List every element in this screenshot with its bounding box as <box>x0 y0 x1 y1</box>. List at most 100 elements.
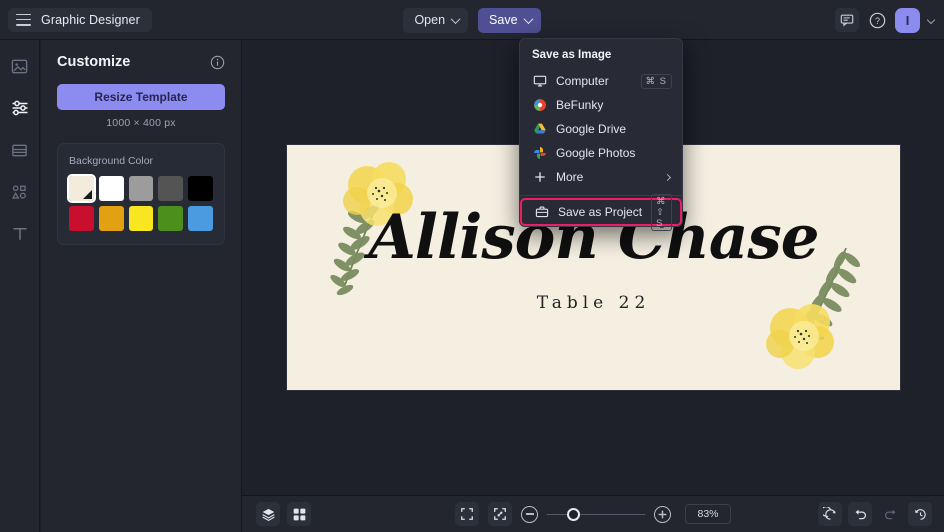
menu-item-google-photos[interactable]: Google Photos <box>520 141 682 165</box>
feedback-button[interactable] <box>835 8 859 32</box>
account-chevron-down-icon[interactable] <box>926 15 936 25</box>
save-button[interactable]: Save <box>478 7 541 33</box>
sidebar-item-text[interactable] <box>6 220 34 248</box>
briefcase-icon <box>534 205 549 220</box>
befunky-logo-icon <box>532 98 547 113</box>
menu-item-more[interactable]: More <box>520 165 682 189</box>
fit-to-screen-button[interactable] <box>455 502 479 526</box>
swatch-white[interactable] <box>98 176 124 201</box>
top-right-actions: ? I <box>835 0 936 40</box>
redo-button[interactable] <box>878 502 902 526</box>
layers-button[interactable] <box>256 502 280 526</box>
redo-icon <box>884 509 895 519</box>
menu-item-label: Google Photos <box>556 146 636 160</box>
question-circle-icon: ? <box>869 12 885 28</box>
bottom-left-actions <box>256 502 311 526</box>
google-photos-icon <box>532 146 547 161</box>
sidebar-item-image[interactable] <box>6 52 34 80</box>
menu-item-label: Google Drive <box>556 122 627 136</box>
menu-item-google-drive[interactable]: Google Drive <box>520 117 682 141</box>
sidebar-item-graphics[interactable] <box>6 178 34 206</box>
resize-template-button[interactable]: Resize Template <box>57 84 225 110</box>
fit-to-screen-icon <box>461 508 473 520</box>
history-icon <box>914 508 926 520</box>
zoom-slider[interactable] <box>547 506 645 523</box>
image-icon <box>11 59 28 73</box>
graphics-icon <box>11 184 26 199</box>
canvas-table-text[interactable]: Table 22 <box>287 293 900 313</box>
swatch-orange[interactable] <box>98 206 124 231</box>
undo-button[interactable] <box>848 502 872 526</box>
tool-rail <box>0 40 40 532</box>
swatch-yellow[interactable] <box>128 206 154 231</box>
zoom-in-button[interactable] <box>654 505 671 523</box>
panel-header: Customize <box>57 54 225 70</box>
info-circle-icon[interactable] <box>210 55 225 70</box>
zoom-slider-knob[interactable] <box>567 507 580 521</box>
menu-item-label: BeFunky <box>556 98 604 112</box>
brand-label: Graphic Designer <box>41 12 140 27</box>
save-button-label: Save <box>489 13 518 27</box>
swatch-green[interactable] <box>158 206 184 231</box>
save-menu-items: Computer ⌘ S BeFunky Google Drive Google Pho… <box>520 69 682 189</box>
swatch-gray[interactable] <box>128 176 154 201</box>
chevron-down-icon <box>523 13 533 24</box>
chevron-down-icon <box>450 13 461 24</box>
zoom-out-button[interactable] <box>521 505 538 523</box>
zoom-to-fit-button[interactable] <box>488 502 512 526</box>
menu-item-computer[interactable]: Computer ⌘ S <box>520 69 682 93</box>
sidebar-item-templates[interactable] <box>6 136 34 164</box>
background-color-card: Background Color <box>57 143 225 245</box>
google-drive-icon <box>532 122 547 137</box>
text-icon <box>13 228 26 240</box>
customize-panel: Customize Resize Template 1000 × 400 px … <box>41 40 242 532</box>
bottom-bar: 83% <box>242 495 944 532</box>
canvas-dimensions-label: 1000 × 400 px <box>106 117 176 129</box>
graphic-designer-app: Graphic Designer Open Save ? I Customize… <box>0 0 944 532</box>
zoom-slider-track <box>547 513 645 516</box>
reset-icon <box>822 506 835 520</box>
hamburger-menu-icon <box>16 13 31 26</box>
layers-icon <box>261 508 275 521</box>
menu-item-label: Computer <box>556 74 609 88</box>
menu-item-label: More <box>556 170 584 184</box>
keyboard-shortcut: ⌘ S <box>640 73 672 89</box>
help-button[interactable]: ? <box>865 8 889 32</box>
plus-icon <box>532 170 547 185</box>
menu-item-befunky[interactable]: BeFunky <box>520 93 682 117</box>
save-as-project-highlight: Save as Project ⌘ ⇧ S <box>520 193 682 231</box>
swatch-blue[interactable] <box>188 206 213 231</box>
template-icon <box>12 144 27 156</box>
save-menu-heading: Save as Image <box>532 49 612 61</box>
keyboard-shortcut: ⌘ ⇧ S <box>651 193 672 231</box>
sidebar-item-customize[interactable] <box>6 94 34 122</box>
zoom-in-icon <box>658 510 667 518</box>
menu-item-label: Save as Project <box>558 205 643 219</box>
reset-button[interactable] <box>818 502 842 526</box>
svg-text:?: ? <box>875 15 880 25</box>
swatch-darkgray[interactable] <box>158 176 184 201</box>
brand-menu-button[interactable]: Graphic Designer <box>8 7 152 32</box>
zoom-level-value[interactable]: 83% <box>685 504 731 524</box>
page-title: Customize <box>57 54 131 70</box>
pages-button[interactable] <box>287 502 311 526</box>
chevron-right-icon <box>663 173 672 181</box>
background-color-label: Background Color <box>69 155 154 167</box>
chat-bubble-icon <box>840 14 854 27</box>
swatch-cream[interactable] <box>67 174 96 203</box>
bottom-right-actions <box>818 502 932 526</box>
open-button[interactable]: Open <box>403 7 469 33</box>
grid-pages-icon <box>293 508 305 520</box>
top-bar: Graphic Designer Open Save ? I <box>0 0 944 40</box>
monitor-icon <box>532 74 547 89</box>
history-button[interactable] <box>908 502 932 526</box>
swatch-crimson[interactable] <box>69 206 94 231</box>
swatch-black[interactable] <box>188 176 213 201</box>
zoom-to-fit-icon <box>494 508 506 520</box>
swatch-selected-marker <box>82 190 92 199</box>
avatar[interactable]: I <box>895 7 920 33</box>
undo-icon <box>855 509 866 519</box>
background-color-swatches <box>67 174 213 231</box>
sliders-icon <box>12 100 27 116</box>
menu-item-save-as-project[interactable]: Save as Project ⌘ ⇧ S <box>522 193 680 231</box>
